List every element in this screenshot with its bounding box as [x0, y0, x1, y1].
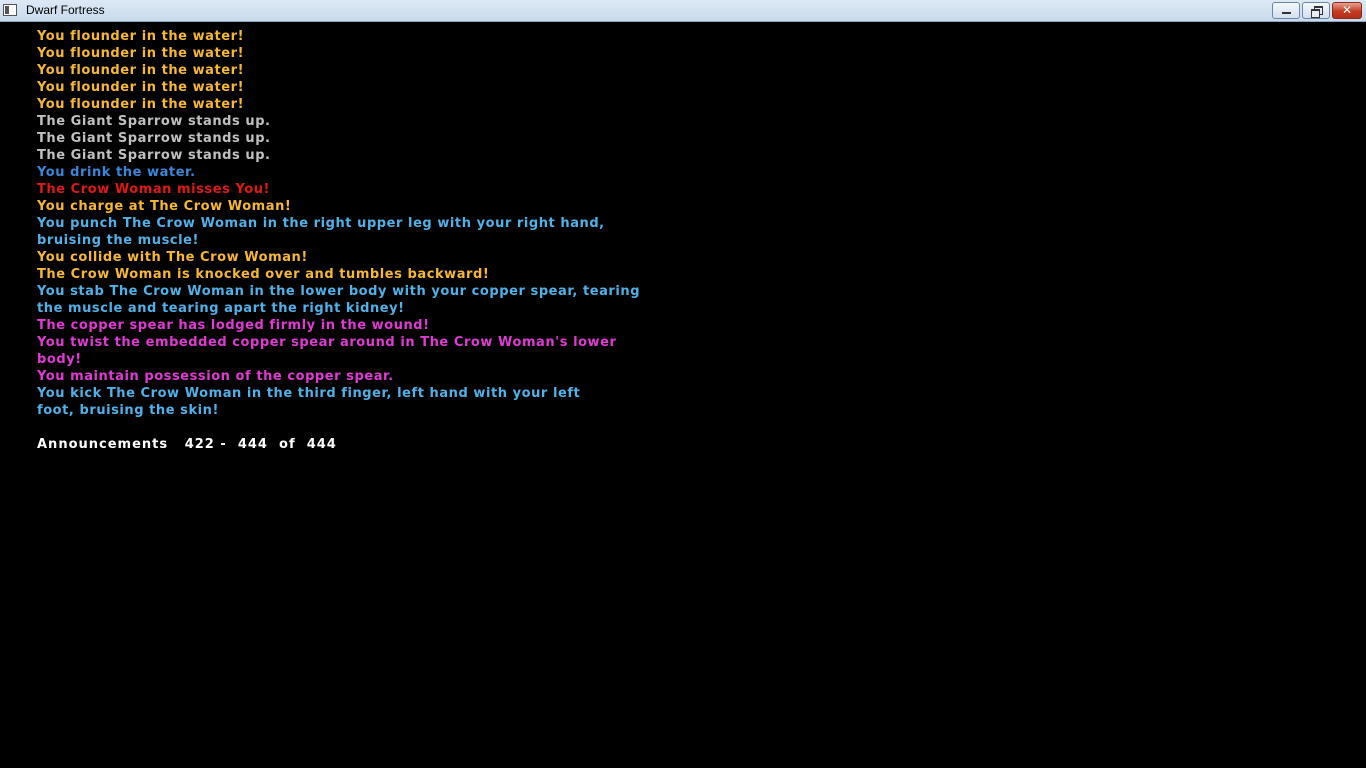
announcement-line: You twist the embedded copper spear arou…	[37, 335, 617, 350]
announcement-line: You flounder in the water!	[37, 46, 245, 61]
announcement-line: You kick The Crow Woman in the third fin…	[37, 386, 581, 401]
range-end: 444	[237, 437, 268, 452]
announcement-line: You flounder in the water!	[37, 29, 245, 44]
range-start: 422	[184, 437, 215, 452]
announcement-line: the muscle and tearing apart the right k…	[37, 301, 405, 316]
announcement-line: You punch The Crow Woman in the right up…	[37, 216, 605, 231]
range-total: 444	[306, 437, 337, 452]
announcement-line: The Crow Woman is knocked over and tumbl…	[37, 267, 490, 282]
close-icon: ✕	[1341, 3, 1353, 17]
minimize-button[interactable]	[1272, 2, 1300, 19]
announcement-line: You flounder in the water!	[37, 97, 245, 112]
announcement-line: The Giant Sparrow stands up.	[37, 148, 271, 163]
announcement-line: You charge at The Crow Woman!	[37, 199, 292, 214]
announcements-log: You flounder in the water! You flounder i…	[37, 28, 1337, 453]
restore-icon-front	[1311, 9, 1320, 18]
close-button[interactable]: ✕	[1332, 2, 1362, 19]
dwarf-fortress-window: Dwarf Fortress ✕ You flounder in the wat…	[0, 0, 1366, 768]
announcements-footer: Announcements 422 - 444 of 444	[37, 436, 1337, 453]
restore-button[interactable]	[1302, 2, 1330, 19]
announcement-line: You collide with The Crow Woman!	[37, 250, 308, 265]
announcement-line: The copper spear has lodged firmly in th…	[37, 318, 430, 333]
window-controls: ✕	[1272, 2, 1362, 19]
announcement-line: You stab The Crow Woman in the lower bod…	[37, 284, 641, 299]
footer-label: Announcements	[37, 437, 169, 452]
announcement-line: You flounder in the water!	[37, 63, 245, 78]
range-of: of	[279, 437, 296, 452]
announcement-line: body!	[37, 352, 82, 367]
minimize-icon	[1282, 12, 1291, 14]
app-icon[interactable]	[3, 4, 17, 16]
window-title: Dwarf Fortress	[26, 3, 105, 17]
announcement-line: The Giant Sparrow stands up.	[37, 131, 271, 146]
announcement-line: bruising the muscle!	[37, 233, 199, 248]
announcement-line: You drink the water.	[37, 165, 196, 180]
announcement-line: foot, bruising the skin!	[37, 403, 219, 418]
announcement-lines: You flounder in the water! You flounder i…	[37, 28, 1337, 419]
announcement-line: The Crow Woman misses You!	[37, 182, 270, 197]
announcement-line: You flounder in the water!	[37, 80, 245, 95]
announcement-line: The Giant Sparrow stands up.	[37, 114, 271, 129]
announcement-line: You maintain possession of the copper sp…	[37, 369, 394, 384]
title-bar[interactable]: Dwarf Fortress ✕	[0, 0, 1366, 22]
